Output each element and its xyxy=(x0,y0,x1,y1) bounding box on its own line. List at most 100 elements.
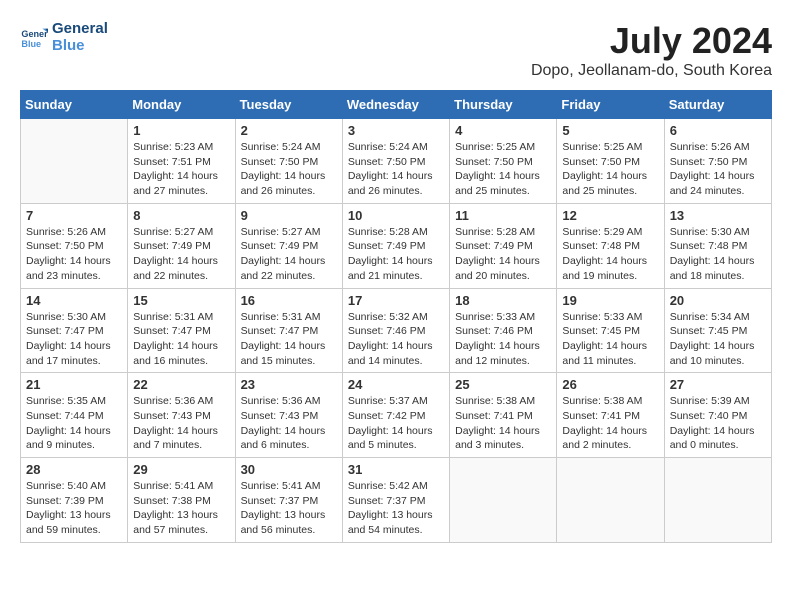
calendar-cell: 12 Sunrise: 5:29 AM Sunset: 7:48 PM Dayli… xyxy=(557,203,664,288)
calendar-cell: 20 Sunrise: 5:34 AM Sunset: 7:45 PM Dayli… xyxy=(664,288,771,373)
calendar-cell xyxy=(664,458,771,543)
cell-info: Sunrise: 5:32 AM Sunset: 7:46 PM Dayligh… xyxy=(348,310,444,369)
svg-text:Blue: Blue xyxy=(21,39,41,49)
calendar-cell: 8 Sunrise: 5:27 AM Sunset: 7:49 PM Daylig… xyxy=(128,203,235,288)
calendar-cell: 16 Sunrise: 5:31 AM Sunset: 7:47 PM Dayli… xyxy=(235,288,342,373)
calendar-cell: 13 Sunrise: 5:30 AM Sunset: 7:48 PM Dayli… xyxy=(664,203,771,288)
day-number: 12 xyxy=(562,208,658,223)
day-number: 17 xyxy=(348,293,444,308)
calendar-cell: 29 Sunrise: 5:41 AM Sunset: 7:38 PM Dayli… xyxy=(128,458,235,543)
day-number: 8 xyxy=(133,208,229,223)
calendar-cell: 27 Sunrise: 5:39 AM Sunset: 7:40 PM Dayli… xyxy=(664,373,771,458)
location: Dopo, Jeollanam-do, South Korea xyxy=(531,62,772,80)
day-number: 10 xyxy=(348,208,444,223)
page-header: General Blue General Blue July 2024 Dopo… xyxy=(20,20,772,80)
logo-general: General xyxy=(52,20,108,37)
calendar-cell: 15 Sunrise: 5:31 AM Sunset: 7:47 PM Dayli… xyxy=(128,288,235,373)
day-number: 20 xyxy=(670,293,766,308)
calendar-cell: 31Sunrise: 5:42 AM Sunset: 7:37 PM Dayli… xyxy=(342,458,449,543)
calendar-cell: 14Sunrise: 5:30 AM Sunset: 7:47 PM Dayli… xyxy=(21,288,128,373)
day-number: 21 xyxy=(26,377,122,392)
cell-info: Sunrise: 5:23 AM Sunset: 7:51 PM Dayligh… xyxy=(133,140,229,199)
day-number: 5 xyxy=(562,123,658,138)
cell-info: Sunrise: 5:39 AM Sunset: 7:40 PM Dayligh… xyxy=(670,394,766,453)
calendar-cell: 10 Sunrise: 5:28 AM Sunset: 7:49 PM Dayli… xyxy=(342,203,449,288)
day-number: 3 xyxy=(348,123,444,138)
calendar-week-4: 21 Sunrise: 5:35 AM Sunset: 7:44 PM Dayli… xyxy=(21,373,772,458)
calendar-cell: 19Sunrise: 5:33 AM Sunset: 7:45 PM Dayli… xyxy=(557,288,664,373)
weekday-header-monday: Monday xyxy=(128,91,235,119)
cell-info: Sunrise: 5:26 AM Sunset: 7:50 PM Dayligh… xyxy=(26,225,122,284)
day-number: 22 xyxy=(133,377,229,392)
cell-info: Sunrise: 5:31 AM Sunset: 7:47 PM Dayligh… xyxy=(133,310,229,369)
day-number: 13 xyxy=(670,208,766,223)
day-number: 15 xyxy=(133,293,229,308)
cell-info: Sunrise: 5:27 AM Sunset: 7:49 PM Dayligh… xyxy=(133,225,229,284)
cell-info: Sunrise: 5:36 AM Sunset: 7:43 PM Dayligh… xyxy=(241,394,337,453)
calendar-week-2: 7 Sunrise: 5:26 AM Sunset: 7:50 PM Daylig… xyxy=(21,203,772,288)
calendar-cell: 2 Sunrise: 5:24 AM Sunset: 7:50 PM Daylig… xyxy=(235,119,342,204)
header-row: SundayMondayTuesdayWednesdayThursdayFrid… xyxy=(21,91,772,119)
cell-info: Sunrise: 5:41 AM Sunset: 7:37 PM Dayligh… xyxy=(241,479,337,538)
weekday-header-thursday: Thursday xyxy=(450,91,557,119)
calendar-cell xyxy=(21,119,128,204)
calendar-table: SundayMondayTuesdayWednesdayThursdayFrid… xyxy=(20,90,772,543)
cell-info: Sunrise: 5:28 AM Sunset: 7:49 PM Dayligh… xyxy=(348,225,444,284)
title-block: July 2024 Dopo, Jeollanam-do, South Kore… xyxy=(531,20,772,80)
cell-info: Sunrise: 5:26 AM Sunset: 7:50 PM Dayligh… xyxy=(670,140,766,199)
cell-info: Sunrise: 5:38 AM Sunset: 7:41 PM Dayligh… xyxy=(455,394,551,453)
day-number: 1 xyxy=(133,123,229,138)
calendar-cell: 18Sunrise: 5:33 AM Sunset: 7:46 PM Dayli… xyxy=(450,288,557,373)
day-number: 11 xyxy=(455,208,551,223)
logo-blue: Blue xyxy=(52,37,108,54)
day-number: 24 xyxy=(348,377,444,392)
cell-info: Sunrise: 5:24 AM Sunset: 7:50 PM Dayligh… xyxy=(348,140,444,199)
weekday-header-sunday: Sunday xyxy=(21,91,128,119)
calendar-cell: 25 Sunrise: 5:38 AM Sunset: 7:41 PM Dayli… xyxy=(450,373,557,458)
day-number: 6 xyxy=(670,123,766,138)
calendar-cell: 28 Sunrise: 5:40 AM Sunset: 7:39 PM Dayli… xyxy=(21,458,128,543)
month-year: July 2024 xyxy=(531,20,772,62)
cell-info: Sunrise: 5:27 AM Sunset: 7:49 PM Dayligh… xyxy=(241,225,337,284)
calendar-cell: 6 Sunrise: 5:26 AM Sunset: 7:50 PM Daylig… xyxy=(664,119,771,204)
day-number: 27 xyxy=(670,377,766,392)
calendar-cell: 1 Sunrise: 5:23 AM Sunset: 7:51 PM Daylig… xyxy=(128,119,235,204)
cell-info: Sunrise: 5:35 AM Sunset: 7:44 PM Dayligh… xyxy=(26,394,122,453)
cell-info: Sunrise: 5:30 AM Sunset: 7:47 PM Dayligh… xyxy=(26,310,122,369)
calendar-week-3: 14Sunrise: 5:30 AM Sunset: 7:47 PM Dayli… xyxy=(21,288,772,373)
calendar-cell: 21 Sunrise: 5:35 AM Sunset: 7:44 PM Dayli… xyxy=(21,373,128,458)
calendar-week-5: 28 Sunrise: 5:40 AM Sunset: 7:39 PM Dayli… xyxy=(21,458,772,543)
cell-info: Sunrise: 5:42 AM Sunset: 7:37 PM Dayligh… xyxy=(348,479,444,538)
weekday-header-wednesday: Wednesday xyxy=(342,91,449,119)
calendar-cell: 7 Sunrise: 5:26 AM Sunset: 7:50 PM Daylig… xyxy=(21,203,128,288)
cell-info: Sunrise: 5:34 AM Sunset: 7:45 PM Dayligh… xyxy=(670,310,766,369)
day-number: 30 xyxy=(241,462,337,477)
day-number: 16 xyxy=(241,293,337,308)
cell-info: Sunrise: 5:40 AM Sunset: 7:39 PM Dayligh… xyxy=(26,479,122,538)
calendar-cell: 22 Sunrise: 5:36 AM Sunset: 7:43 PM Dayli… xyxy=(128,373,235,458)
calendar-cell: 23Sunrise: 5:36 AM Sunset: 7:43 PM Dayli… xyxy=(235,373,342,458)
day-number: 29 xyxy=(133,462,229,477)
day-number: 7 xyxy=(26,208,122,223)
calendar-week-1: 1 Sunrise: 5:23 AM Sunset: 7:51 PM Daylig… xyxy=(21,119,772,204)
logo-icon: General Blue xyxy=(20,23,48,51)
cell-info: Sunrise: 5:31 AM Sunset: 7:47 PM Dayligh… xyxy=(241,310,337,369)
calendar-cell: 4Sunrise: 5:25 AM Sunset: 7:50 PM Daylig… xyxy=(450,119,557,204)
cell-info: Sunrise: 5:41 AM Sunset: 7:38 PM Dayligh… xyxy=(133,479,229,538)
cell-info: Sunrise: 5:29 AM Sunset: 7:48 PM Dayligh… xyxy=(562,225,658,284)
svg-text:General: General xyxy=(21,29,48,39)
weekday-header-saturday: Saturday xyxy=(664,91,771,119)
calendar-cell xyxy=(450,458,557,543)
day-number: 25 xyxy=(455,377,551,392)
cell-info: Sunrise: 5:36 AM Sunset: 7:43 PM Dayligh… xyxy=(133,394,229,453)
day-number: 28 xyxy=(26,462,122,477)
day-number: 2 xyxy=(241,123,337,138)
cell-info: Sunrise: 5:38 AM Sunset: 7:41 PM Dayligh… xyxy=(562,394,658,453)
logo: General Blue General Blue xyxy=(20,20,108,54)
day-number: 18 xyxy=(455,293,551,308)
cell-info: Sunrise: 5:24 AM Sunset: 7:50 PM Dayligh… xyxy=(241,140,337,199)
weekday-header-friday: Friday xyxy=(557,91,664,119)
cell-info: Sunrise: 5:28 AM Sunset: 7:49 PM Dayligh… xyxy=(455,225,551,284)
cell-info: Sunrise: 5:30 AM Sunset: 7:48 PM Dayligh… xyxy=(670,225,766,284)
weekday-header-tuesday: Tuesday xyxy=(235,91,342,119)
